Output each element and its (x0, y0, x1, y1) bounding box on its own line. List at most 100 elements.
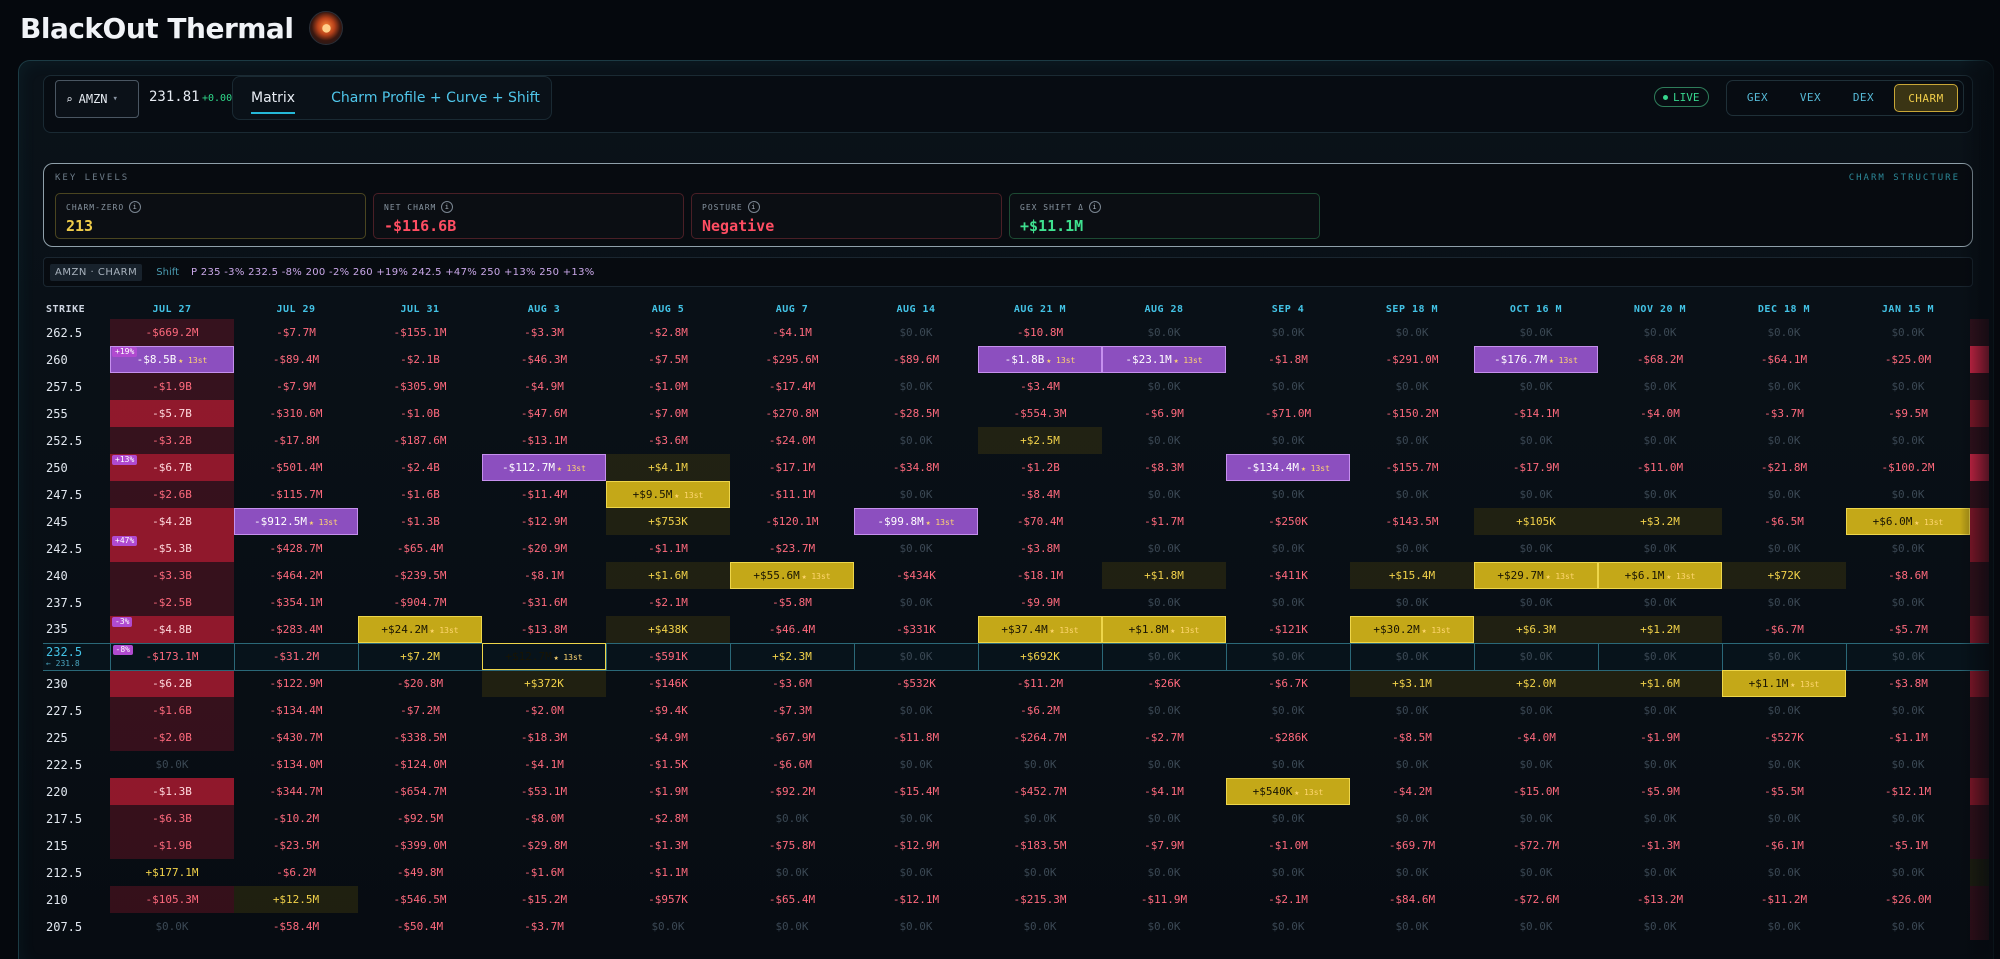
matrix-cell[interactable]: -$47.6M (482, 400, 606, 427)
matrix-cell[interactable]: $0.0K (1846, 481, 1970, 508)
matrix-cell[interactable]: $0.0K (854, 859, 978, 886)
matrix-cell[interactable]: -$124.0M (358, 751, 482, 778)
matrix-cell[interactable]: -$912.5M ★ 13st (234, 508, 358, 535)
matrix-cell[interactable]: $0.0K (1350, 913, 1474, 940)
matrix-cell[interactable]: $0.0K (1597, 642, 1722, 671)
matrix-cell[interactable]: -$121K (1226, 616, 1350, 643)
matrix-cell[interactable]: -$23.5M (234, 832, 358, 859)
matrix-cell[interactable]: -$464.2M (234, 562, 358, 589)
matrix-cell[interactable]: $0.0K (854, 589, 978, 616)
matrix-cell[interactable]: -$26K (1102, 670, 1226, 697)
matrix-cell[interactable]: +$29.7M ★ 13st (1474, 562, 1598, 589)
matrix-cell[interactable]: -$34.8M (854, 454, 978, 481)
matrix-cell[interactable]: -$654.7M (358, 778, 482, 805)
matrix-cell[interactable]: -$134.4M ★ 13st (1226, 454, 1350, 481)
matrix-cell[interactable]: +$105K (1474, 508, 1598, 535)
matrix-cell[interactable]: -$430.7M (234, 724, 358, 751)
matrix-cell[interactable]: $0.0K (854, 697, 978, 724)
matrix-cell[interactable]: $0.0K (853, 642, 978, 671)
matrix-cell[interactable]: -$2.4B (358, 454, 482, 481)
matrix-cell[interactable]: -$15.0M (1474, 778, 1598, 805)
matrix-cell[interactable]: $0.0K (1350, 535, 1474, 562)
matrix-cell[interactable]: -$3.3M (482, 319, 606, 346)
expiry-column-header[interactable]: JUL 29 (234, 299, 358, 319)
matrix-cell[interactable]: -$1.8B ★ 13st (978, 346, 1102, 373)
matrix-cell[interactable]: $0.0K (1350, 751, 1474, 778)
matrix-cell[interactable]: $0.0K (1226, 805, 1350, 832)
matrix-cell[interactable]: -$100.2M (1846, 454, 1970, 481)
tab-charm-profile[interactable]: Charm Profile + Curve + Shift (313, 76, 558, 120)
matrix-cell[interactable]: $0.0K (1598, 697, 1722, 724)
matrix-cell[interactable]: -$58.4M (234, 913, 358, 940)
matrix-cell[interactable]: -$1.3B (110, 778, 234, 805)
matrix-cell[interactable]: -$527K (1722, 724, 1846, 751)
matrix-cell[interactable]: -$2.5B (110, 589, 234, 616)
matrix-cell[interactable]: -$25.0M (1846, 346, 1970, 373)
expiry-column-header[interactable]: JUL 31 (358, 299, 482, 319)
matrix-cell[interactable]: -$155.1M (358, 319, 482, 346)
matrix-cell[interactable]: $0.0K (730, 913, 854, 940)
matrix-cell[interactable]: -$3.6M (730, 670, 854, 697)
matrix-cell[interactable]: -$305.9M (358, 373, 482, 400)
matrix-cell[interactable]: $0.0K (1349, 642, 1474, 671)
matrix-cell[interactable]: $0.0K (1598, 859, 1722, 886)
matrix-cell[interactable]: -$1.1M (606, 859, 730, 886)
matrix-cell[interactable]: $0.0K (1350, 427, 1474, 454)
matrix-cell[interactable]: +$540K ★ 13st (1226, 778, 1350, 805)
matrix-cell[interactable]: +$12.7M ★ 13st (481, 642, 606, 671)
matrix-cell[interactable]: +$6.1M ★ 13st (1598, 562, 1722, 589)
matrix-cell[interactable]: $0.0K (1598, 319, 1722, 346)
matrix-cell[interactable]: -$1.0M (1226, 832, 1350, 859)
matrix-cell[interactable]: $0.0K (978, 913, 1102, 940)
matrix-cell[interactable]: -$5.9M (1598, 778, 1722, 805)
matrix-cell[interactable]: -$146K (606, 670, 730, 697)
matrix-cell[interactable]: $0.0K (1598, 535, 1722, 562)
matrix-cell[interactable]: -$1.3M (1598, 832, 1722, 859)
matrix-cell[interactable]: -$6.9M (1102, 400, 1226, 427)
matrix-cell[interactable]: -$11.8M (854, 724, 978, 751)
matrix-cell[interactable]: -$283.4M (234, 616, 358, 643)
matrix-cell[interactable]: -$20.8M (358, 670, 482, 697)
matrix-cell[interactable]: -$21.8M (1722, 454, 1846, 481)
matrix-cell[interactable]: $0.0K (1598, 805, 1722, 832)
matrix-cell[interactable]: -$501.4M (234, 454, 358, 481)
matrix-cell[interactable]: -$1.8M (1226, 346, 1350, 373)
matrix-cell[interactable]: -$434K (854, 562, 978, 589)
matrix-cell[interactable]: -$13.1M (482, 427, 606, 454)
matrix-cell[interactable]: -$92.2M (730, 778, 854, 805)
matrix-cell[interactable]: -$3.7M (482, 913, 606, 940)
matrix-cell[interactable]: $0.0K (1102, 589, 1226, 616)
info-icon[interactable]: i (747, 201, 760, 213)
matrix-cell[interactable]: -$331K (854, 616, 978, 643)
matrix-cell[interactable]: $0.0K (1722, 319, 1846, 346)
matrix-cell[interactable]: -$1.9B (110, 373, 234, 400)
matrix-cell[interactable]: -$4.9M (482, 373, 606, 400)
matrix-cell[interactable]: -$264.7M (978, 724, 1102, 751)
matrix-cell[interactable]: $0.0K (1474, 589, 1598, 616)
matrix-cell[interactable]: $0.0K (1350, 373, 1474, 400)
matrix-cell[interactable]: -$155.7M (1350, 454, 1474, 481)
matrix-cell[interactable]: $0.0K (1474, 697, 1598, 724)
matrix-cell[interactable]: -$1.9B (110, 832, 234, 859)
matrix-cell[interactable]: -$6.2B (110, 670, 234, 697)
matrix-cell[interactable]: $0.0K (1474, 805, 1598, 832)
matrix-cell[interactable]: $0.0K (1846, 427, 1970, 454)
matrix-cell[interactable]: $0.0K (1846, 751, 1970, 778)
matrix-cell[interactable]: -$1.6M (482, 859, 606, 886)
matrix-cell[interactable]: $0.0K (1598, 913, 1722, 940)
matrix-cell[interactable]: -$1.6B (358, 481, 482, 508)
matrix-cell[interactable]: +$30.2M ★ 13st (1350, 616, 1474, 643)
matrix-cell[interactable]: -$11.0M (1598, 454, 1722, 481)
matrix-cell[interactable]: -$49.8M (358, 859, 482, 886)
matrix-cell[interactable]: -$239.5M (358, 562, 482, 589)
charm-structure-link[interactable]: CHARM STRUCTURE (1849, 173, 1960, 183)
matrix-cell[interactable]: $0.0K (1846, 859, 1970, 886)
matrix-cell[interactable]: -$4.9M (606, 724, 730, 751)
matrix-cell[interactable]: -$17.9M (1474, 454, 1598, 481)
matrix-cell[interactable]: -$112.7M ★ 13st (482, 454, 606, 481)
matrix-cell[interactable]: +$1.8M (1102, 562, 1226, 589)
matrix-cell[interactable]: +$12.5M (234, 886, 358, 913)
expiry-column-header[interactable]: AUG 21 M (978, 299, 1102, 319)
matrix-cell[interactable]: $0.0K (854, 535, 978, 562)
matrix-cell[interactable]: $0.0K (1226, 913, 1350, 940)
